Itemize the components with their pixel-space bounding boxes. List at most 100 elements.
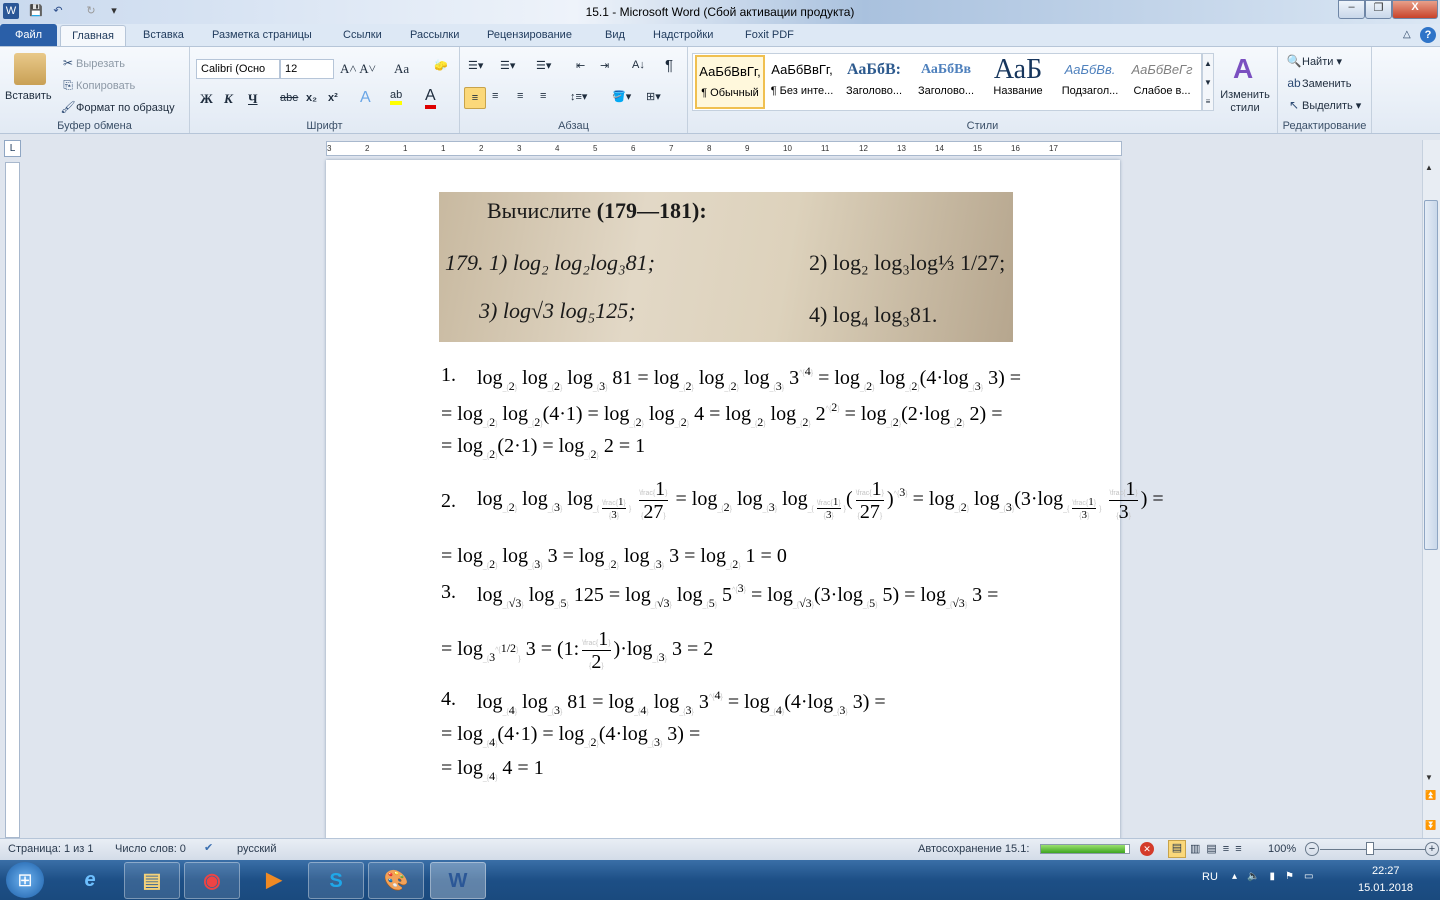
tab-references[interactable]: Ссылки (343, 29, 382, 41)
justify-icon[interactable]: ≡ (540, 90, 546, 102)
skype-icon[interactable]: S (308, 862, 364, 899)
multilevel-list-icon[interactable]: ☰▾ (536, 59, 551, 72)
decrease-indent-icon[interactable]: ⇤ (576, 59, 585, 72)
style-heading-1[interactable]: АаБбВ: Заголово... (839, 55, 909, 109)
italic-button[interactable]: К (224, 91, 233, 107)
tab-home[interactable]: Главная (60, 25, 126, 47)
tray-icons[interactable]: ▴🔈▮⚑▭ (1232, 871, 1323, 882)
language[interactable]: русский (237, 843, 276, 855)
style-subtitle[interactable]: АаБбВв. Подзагол... (1055, 55, 1125, 109)
change-case-button[interactable]: Aa (394, 61, 409, 77)
subscript-button[interactable]: x₂ (306, 92, 317, 104)
save-icon[interactable]: 💾 (28, 3, 44, 19)
align-right-icon[interactable]: ≡ (517, 90, 523, 102)
text-effects-icon[interactable]: A (360, 89, 371, 107)
show-marks-button[interactable]: ¶ (665, 57, 673, 74)
maximize-button[interactable]: ❐ (1365, 0, 1392, 19)
clock-date[interactable]: 15.01.2018 (1358, 882, 1413, 894)
font-color-icon[interactable]: A (425, 87, 436, 109)
font-group: Calibri (Осно 12 A˄ A˅ Aa 🧽 Ж К Ч abe x₂… (190, 47, 460, 133)
zoom-level[interactable]: 100% (1268, 843, 1296, 855)
style-normal[interactable]: АаБбВвГг, ¶ Обычный (695, 55, 765, 109)
cut-button[interactable]: Вырезать (76, 58, 125, 70)
find-button[interactable]: Найти (1302, 56, 1333, 68)
tab-insert[interactable]: Вставка (143, 29, 184, 41)
clock-time[interactable]: 22:27 (1372, 865, 1400, 877)
scroll-up-icon[interactable]: ▲ (1425, 163, 1433, 172)
zoom-slider-thumb[interactable] (1366, 842, 1374, 855)
start-button[interactable]: ⊞ (6, 862, 44, 898)
print-layout-icon[interactable]: ▤ (1168, 840, 1186, 858)
paste-button[interactable]: Вставить (5, 90, 52, 102)
tab-page-layout[interactable]: Разметка страницы (212, 29, 312, 41)
minimize-button[interactable]: – (1338, 0, 1365, 19)
font-name-select[interactable]: Calibri (Осно (196, 59, 280, 79)
numbering-icon[interactable]: ☰▾ (500, 59, 515, 72)
tab-review[interactable]: Рецензирование (487, 29, 572, 41)
style-subtle-emphasis[interactable]: АаБбВеГг Слабое в... (1127, 55, 1197, 109)
cancel-autosave-icon[interactable]: ✕ (1140, 842, 1154, 856)
grow-font-icon[interactable]: A˄ A˅ (340, 61, 376, 77)
superscript-button[interactable]: x² (328, 92, 338, 104)
select-button[interactable]: Выделить (1302, 100, 1353, 112)
change-styles-button[interactable]: Изменить стили (1219, 89, 1271, 115)
bullets-icon[interactable]: ☰▾ (468, 59, 483, 72)
copy-button[interactable]: Копировать (76, 80, 135, 92)
scrollbar-thumb[interactable] (1424, 200, 1438, 550)
page-count[interactable]: Страница: 1 из 1 (8, 843, 94, 855)
prev-page-icon[interactable]: ⏫ (1425, 790, 1436, 801)
zoom-out-icon[interactable]: − (1305, 842, 1319, 856)
replace-icon: ab (1287, 76, 1301, 90)
format-painter-button[interactable]: Формат по образцу (76, 102, 175, 114)
ruler-number: 14 (935, 144, 944, 153)
photo-line-1b: 2) log₂ log₃log⅓ 1/27; (809, 250, 1006, 275)
undo-icon[interactable]: ↶ (50, 3, 66, 19)
align-left-icon[interactable]: ≡ (464, 87, 486, 109)
word-count[interactable]: Число слов: 0 (115, 843, 186, 855)
borders-icon[interactable]: ⊞▾ (646, 90, 661, 103)
increase-indent-icon[interactable]: ⇥ (600, 59, 609, 72)
style-heading-2[interactable]: АаБбВв Заголово... (911, 55, 981, 109)
highlight-icon[interactable]: ab (390, 89, 403, 105)
replace-button[interactable]: Заменить (1302, 78, 1351, 90)
bold-button[interactable]: Ж (200, 91, 213, 107)
align-center-icon[interactable]: ≡ (492, 90, 498, 102)
strikethrough-button[interactable]: abe (280, 92, 298, 104)
view-modes-icons[interactable]: ▥▤≡≡ (1190, 842, 1248, 855)
explorer-icon[interactable]: ▤ (124, 862, 180, 899)
styles-scroll[interactable]: ▲ ▼ ≡ (1202, 53, 1214, 111)
tab-addins[interactable]: Надстройки (653, 29, 713, 41)
language-indicator[interactable]: RU (1202, 871, 1218, 883)
close-button[interactable]: X (1392, 0, 1438, 19)
redo-icon[interactable]: ↻ (83, 3, 99, 19)
word-taskbar-icon[interactable]: W (430, 862, 486, 899)
style-title[interactable]: АаБ Название (983, 55, 1053, 109)
help-icon[interactable]: ? (1420, 27, 1436, 43)
tab-foxit[interactable]: Foxit PDF (745, 29, 794, 41)
underline-button[interactable]: Ч (248, 91, 258, 107)
paint-icon[interactable]: 🎨 (368, 862, 424, 899)
ie-icon[interactable]: e (62, 862, 118, 899)
media-player-icon[interactable]: ▶ (246, 862, 302, 899)
chrome-icon[interactable]: ◉ (184, 862, 240, 899)
clear-format-icon[interactable]: 🧽 (434, 59, 448, 72)
zoom-in-icon[interactable]: + (1425, 842, 1439, 856)
tab-file[interactable]: Файл (0, 24, 57, 46)
collapse-ribbon-icon[interactable]: △ (1403, 29, 1411, 40)
scroll-down-icon[interactable]: ▼ (1425, 773, 1433, 782)
tab-view[interactable]: Вид (605, 29, 625, 41)
shading-icon[interactable]: 🪣▾ (612, 90, 631, 103)
proofing-icon[interactable]: ✔ (204, 841, 213, 854)
sort-icon[interactable]: A↓ (632, 59, 645, 71)
customize-toolbar-icon[interactable]: ▾ (106, 3, 122, 19)
style-no-spacing[interactable]: АаБбВвГг, ¶ Без инте... (767, 55, 837, 109)
vertical-ruler[interactable] (5, 162, 20, 838)
tab-mailings[interactable]: Рассылки (410, 29, 459, 41)
next-page-icon[interactable]: ⏬ (1425, 820, 1436, 831)
fraction: \frac{1} {3} (602, 495, 626, 521)
fraction: \frac{1} {27} (639, 478, 668, 523)
font-size-select[interactable]: 12 (280, 59, 334, 79)
horizontal-ruler[interactable]: 3 2 1 1 2 3 4 5 6 7 8 9 10 11 12 13 14 15 16 17 (326, 141, 1122, 156)
tab-selector[interactable]: L (4, 140, 21, 157)
line-spacing-icon[interactable]: ↕≡▾ (570, 90, 587, 103)
